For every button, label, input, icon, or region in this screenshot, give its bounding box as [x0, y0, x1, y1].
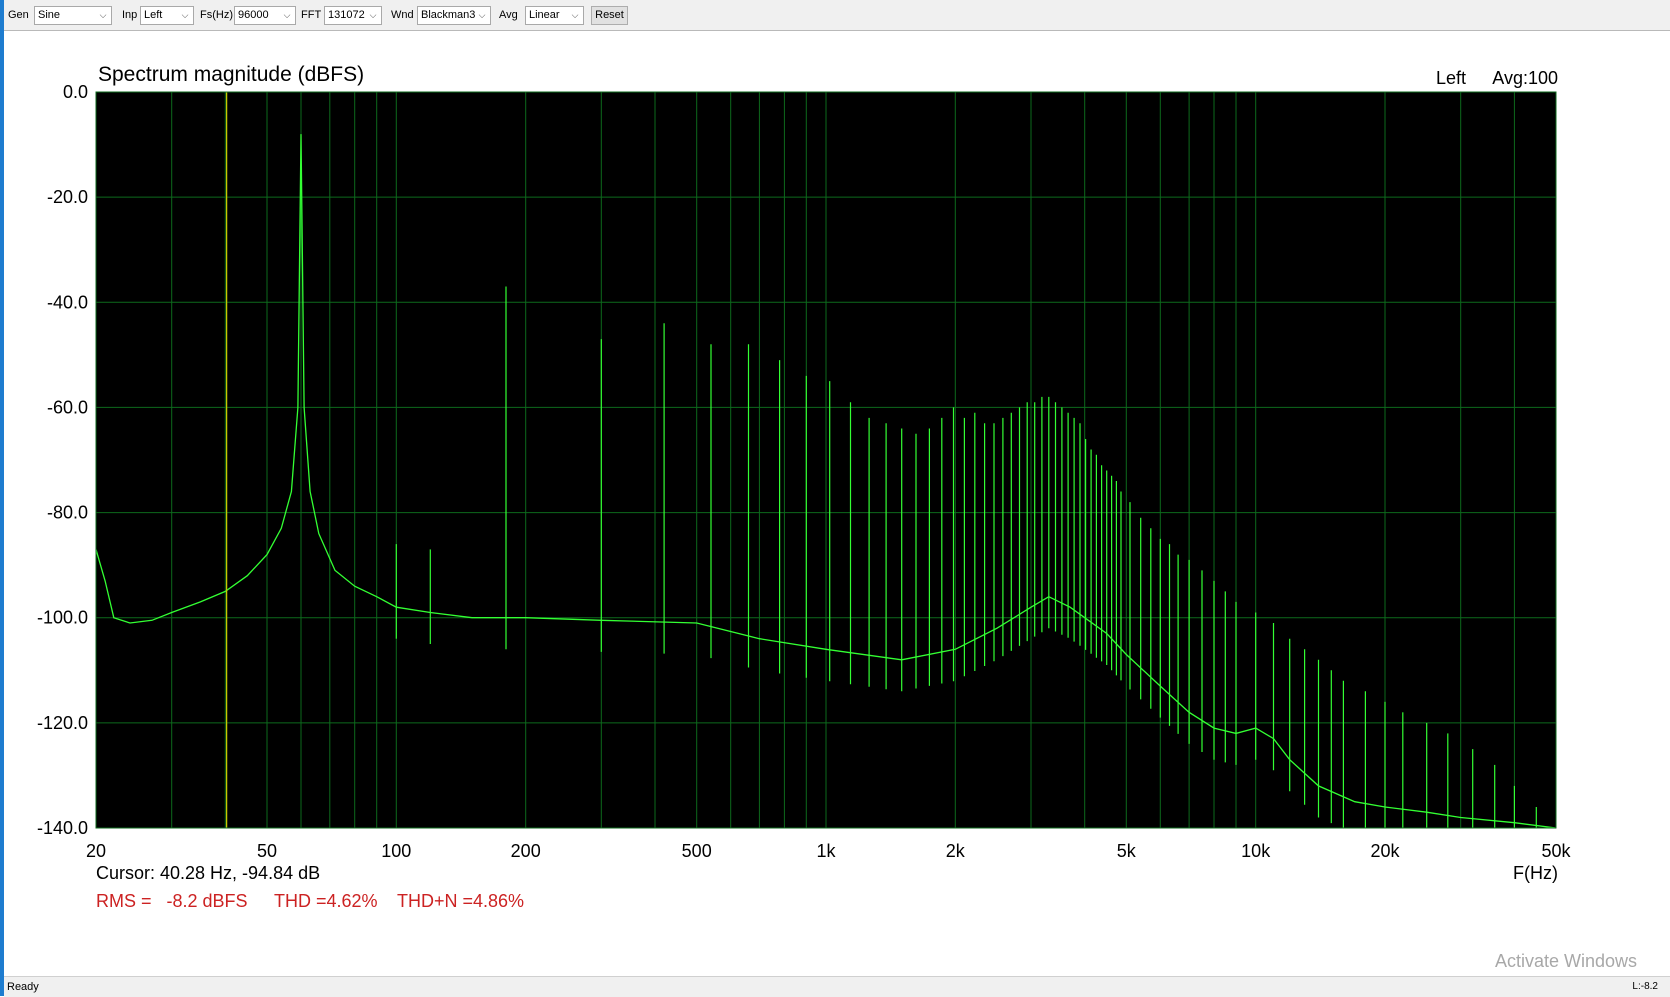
wnd-label: Wnd	[391, 9, 414, 21]
window-select[interactable]: Blackman3 ⌵	[417, 6, 491, 25]
chevron-down-icon: ⌵	[478, 10, 486, 20]
chevron-down-icon: ⌵	[369, 10, 377, 20]
fft-label: FFT	[301, 9, 322, 21]
fft-size-select-value: 131072	[328, 9, 365, 21]
sample-rate-select[interactable]: 96000 ⌵	[234, 6, 296, 25]
x-tick-label: 5k	[1117, 841, 1137, 861]
input-select-value: Left	[144, 9, 163, 21]
x-tick-label: 20k	[1370, 841, 1400, 861]
channel-readout: Left	[1436, 68, 1466, 88]
y-tick-label: -120.0	[37, 713, 88, 733]
avg-label: Avg	[499, 9, 518, 21]
x-tick-label: 50	[257, 841, 277, 861]
window-select-value: Blackman3	[421, 9, 476, 21]
generator-select[interactable]: Sine ⌵	[34, 6, 112, 25]
fs-label: Fs(Hz)	[200, 9, 233, 21]
chart-title: Spectrum magnitude (dBFS)	[98, 63, 364, 86]
x-tick-label: 1k	[816, 841, 836, 861]
inp-label: Inp	[122, 9, 138, 21]
status-level: L:-8.2	[1632, 981, 1658, 992]
chevron-down-icon: ⌵	[99, 10, 107, 20]
reset-button[interactable]: Reset	[591, 6, 628, 25]
y-tick-label: 0.0	[63, 82, 88, 102]
averaging-select-value: Linear	[529, 9, 560, 21]
sample-rate-select-value: 96000	[238, 9, 269, 21]
y-tick-label: -100.0	[37, 608, 88, 628]
input-select[interactable]: Left ⌵	[140, 6, 194, 25]
x-tick-label: 200	[511, 841, 541, 861]
chevron-down-icon: ⌵	[571, 10, 579, 20]
x-axis-label: F(Hz)	[1513, 863, 1558, 883]
chevron-down-icon: ⌵	[283, 10, 291, 20]
cursor-readout: Cursor: 40.28 Hz, -94.84 dB	[96, 863, 320, 883]
average-readout: Avg:100	[1492, 68, 1558, 88]
y-tick-label: -20.0	[47, 187, 88, 207]
thd-readout: THD =4.62%	[274, 891, 378, 911]
status-bar: Ready L:-8.2	[4, 976, 1670, 997]
y-tick-label: -60.0	[47, 397, 88, 417]
x-tick-label: 20	[86, 841, 106, 861]
x-tick-label: 2k	[946, 841, 966, 861]
x-tick-label: 100	[381, 841, 411, 861]
y-tick-label: -80.0	[47, 503, 88, 523]
spectrum-chart[interactable]: 0.0 -20.0 -40.0 -60.0 -80.0 -100.0 -120.0 -140.…	[4, 31, 1670, 975]
x-tick-label: 10k	[1241, 841, 1271, 861]
gen-label: Gen	[8, 9, 29, 21]
y-tick-label: -140.0	[37, 818, 88, 838]
y-tick-label: -40.0	[47, 292, 88, 312]
generator-select-value: Sine	[38, 9, 61, 21]
rms-readout: RMS = -8.2 dBFS	[96, 891, 248, 911]
status-text: Ready	[7, 981, 39, 993]
averaging-select[interactable]: Linear ⌵	[525, 6, 584, 25]
activation-watermark: Activate Windows	[1495, 951, 1638, 971]
toolbar: Gen Sine ⌵ Inp Left ⌵ Fs(Hz) 96000 ⌵ FFT…	[4, 0, 1670, 31]
thdn-readout: THD+N =4.86%	[397, 891, 524, 911]
fft-size-select[interactable]: 131072 ⌵	[324, 6, 382, 25]
x-tick-label: 500	[682, 841, 712, 861]
chevron-down-icon: ⌵	[181, 10, 189, 20]
x-tick-label: 50k	[1541, 841, 1571, 861]
